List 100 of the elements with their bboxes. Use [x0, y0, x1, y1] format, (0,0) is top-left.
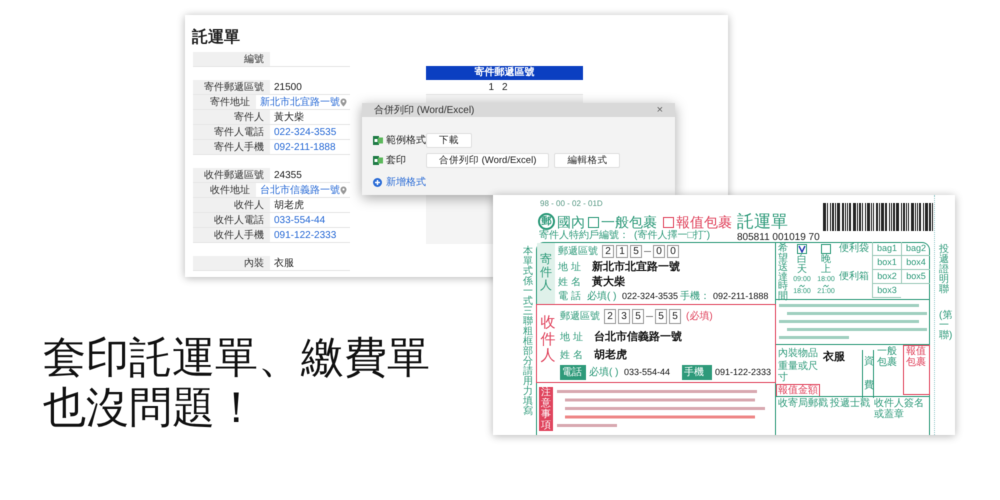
field-label: 收件人手機 [193, 228, 270, 242]
digit-box: 0 [653, 245, 665, 258]
notes-label: 注意事項 [539, 387, 553, 431]
field-label: 寄件地址 [193, 95, 256, 109]
close-button[interactable]: × [656, 104, 663, 116]
field-label: 姓 名 [558, 276, 582, 290]
field-label: 寄件人電話 [193, 125, 270, 139]
field-label: 姓 名 [560, 348, 584, 363]
field-value: 台北市信義路一號 [594, 330, 682, 345]
field-label: 收件地址 [193, 183, 256, 197]
digit-box: 2 [602, 245, 614, 258]
field-value: 胡老虎 [594, 348, 627, 363]
dialog-button[interactable]: 下載 [426, 133, 472, 148]
form-text: 國內 [557, 213, 585, 230]
account-label: 寄件人特約戶編號： [539, 229, 629, 243]
dialog-title: 合併列印 (Word/Excel) [374, 104, 474, 118]
window-title: 託運單 [192, 27, 240, 48]
serial-number: 805811 001019 70 [737, 231, 820, 243]
field-value: 衣服 [823, 350, 845, 365]
field-hint: 必填( ) [589, 366, 620, 380]
field-hint: 必填( ) [587, 290, 618, 304]
field-link[interactable]: 台北市信義路一號 [260, 182, 340, 198]
field-value: 24355 [274, 168, 302, 182]
copy-label: 投遞證明聯 [939, 245, 949, 295]
sender-label: 寄件人 [537, 243, 555, 305]
field-value: 091-122-2333 [715, 366, 772, 379]
field-link[interactable]: 新北市北宜路一號 [260, 94, 340, 110]
field-value: 衣服 [274, 256, 294, 270]
field-label: 電 話 [558, 290, 582, 304]
field-link[interactable]: 033-554-44 [274, 212, 326, 228]
required-note: (必填) [686, 310, 713, 324]
option-cell: box1 [872, 256, 901, 270]
row-label: 套印 [386, 154, 407, 168]
column-header: 寄件郵遞區號 [426, 66, 583, 80]
form-code: 98 - 00 - 02 - 01D [540, 198, 603, 210]
dialog-button[interactable]: 合併列印 (Word/Excel) [426, 153, 550, 168]
field-label: 地 址 [558, 260, 582, 275]
digit-box: 5 [630, 245, 642, 258]
option-cell: box5 [901, 270, 930, 284]
option-cell: box3 [872, 284, 901, 298]
dialog-button[interactable]: 編輯格式 [554, 153, 620, 168]
row-number: 1 [487, 81, 495, 94]
slot-label: 晚上 [821, 255, 831, 275]
option-cell: bag1 [872, 242, 901, 256]
field-value: 033-554-44 [624, 366, 672, 379]
field-label: 寄件人手機 [193, 140, 270, 154]
receiver-label: 收件人 [540, 315, 556, 364]
tilde-icon [799, 284, 805, 288]
field-link[interactable]: 022-324-3535 [274, 124, 336, 140]
field-label: 收件郵遞區號 [193, 168, 270, 182]
add-icon [373, 178, 382, 187]
column-header: 一般包裹 [877, 346, 898, 368]
field-label: 手機： [680, 290, 710, 304]
digit-box: 2 [604, 309, 616, 324]
option-label: 報值包裹 [676, 213, 732, 230]
field-label: 重量或尺寸 [778, 361, 818, 383]
digit-box: 5 [632, 309, 644, 324]
option-cell: box2 [872, 270, 901, 284]
field-label: 收件人 [193, 198, 270, 212]
field-label: 地 址 [560, 330, 584, 345]
option-cell: bag2 [901, 242, 930, 256]
field-label: 郵遞區號 [558, 244, 599, 259]
map-pin-icon [340, 98, 347, 106]
spreadsheet-icon [373, 136, 383, 145]
field-label: 寄件郵遞區號 [193, 80, 270, 94]
stamp-label: 收件人簽名或蓋章 [874, 398, 925, 420]
field-label: 郵遞區號 [560, 310, 601, 324]
field-value: 黃大柴 [274, 110, 304, 124]
field-link[interactable]: 091-122-2333 [274, 228, 336, 242]
field-value: 新北市北宜路一號 [592, 260, 680, 275]
row-label: 便利箱 [839, 270, 870, 284]
field-label: 電話 [560, 365, 586, 380]
option-hint: (寄件人擇一□打ˇ) [634, 229, 710, 243]
column-header: 報值包裹 [903, 345, 930, 395]
field-value: 21500 [274, 80, 302, 94]
digit-box: 5 [655, 309, 667, 324]
field-label: 內裝物品 [778, 346, 818, 360]
postal-logo: 郵 [538, 213, 555, 230]
headline-text: 也沒問題！ [43, 383, 259, 433]
digit-box: 0 [667, 245, 679, 258]
row-label: 便利袋 [839, 242, 870, 256]
field-label: 編號 [193, 52, 270, 66]
field-value: 022-324-3535 [622, 290, 677, 303]
headline-text: 套印託運單、繳費單 [43, 333, 430, 383]
side-note: 本單式係一式三聯粗框部分請用力填寫 [523, 247, 533, 417]
digit-box: 5 [669, 309, 681, 324]
map-pin-icon [340, 186, 347, 194]
field-link[interactable]: 092-211-1888 [274, 140, 336, 154]
digit-box: 3 [618, 309, 630, 324]
field-label: 手機 [682, 365, 712, 380]
option-label: 一般包裹 [601, 213, 657, 230]
field-value: 092-211-1888 [713, 290, 768, 303]
field-value: 胡老虎 [274, 198, 304, 212]
tilde-icon [823, 284, 829, 288]
row-label: 範例格式 [386, 134, 426, 148]
form-title: 託運單 [737, 211, 788, 233]
field-label: 收件人電話 [193, 213, 270, 227]
stamp-label: 收寄局郵戳 [778, 398, 828, 411]
add-format-link[interactable]: 新增格式 [386, 175, 426, 190]
field-label: 寄件人 [193, 110, 270, 124]
